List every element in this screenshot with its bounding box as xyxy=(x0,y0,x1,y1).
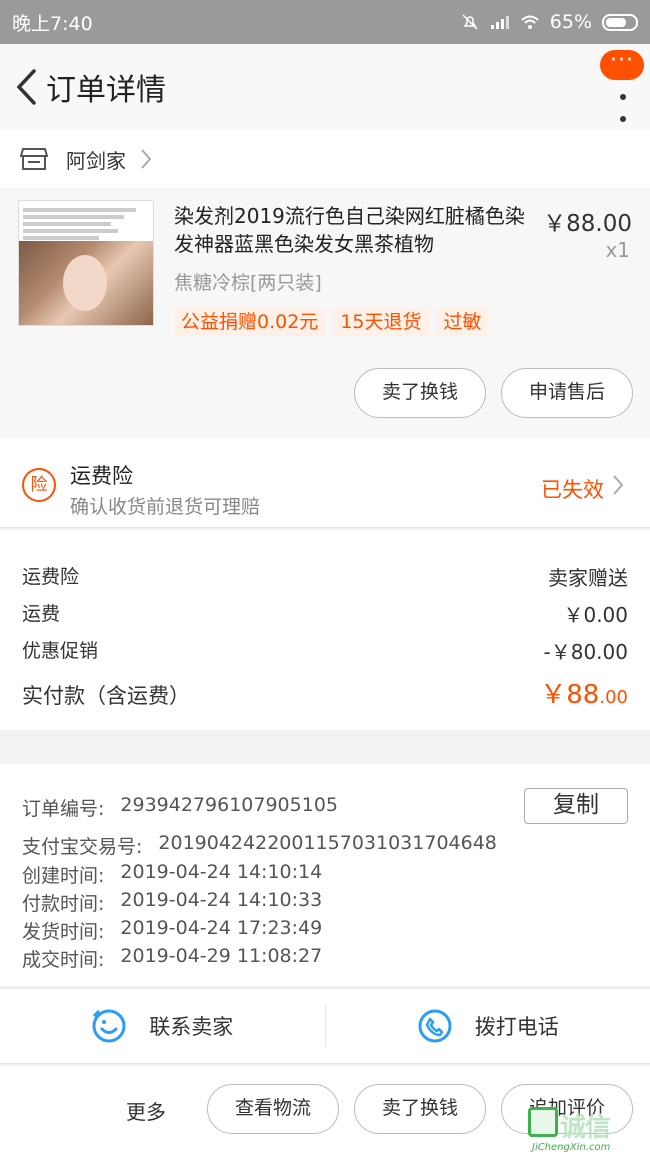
nav-bar: 订单详情 ··· xyxy=(0,44,650,130)
contact-seller-label: 联系卖家 xyxy=(149,1015,234,1039)
tag-return: 15天退货 xyxy=(333,308,429,336)
created-time-row: 创建时间: 2019-04-24 14:10:14 xyxy=(22,861,323,887)
watermark-icon xyxy=(528,1107,558,1137)
product-thumbnail[interactable] xyxy=(18,200,154,326)
product-sku: 焦糖冷棕[两只装] xyxy=(174,272,322,294)
fee-value: 卖家赠送 xyxy=(548,566,628,590)
fee-row: 运费险 卖家赠送 xyxy=(22,562,628,591)
battery-icon xyxy=(602,13,638,31)
chevron-right-icon xyxy=(613,475,624,495)
call-phone-button[interactable]: 拨打电话 xyxy=(326,989,650,1063)
view-logistics-button[interactable]: 查看物流 xyxy=(207,1084,339,1134)
chevron-right-icon xyxy=(141,149,152,169)
contact-seller-button[interactable]: 联系卖家 xyxy=(0,989,325,1063)
insurance-icon: 险 xyxy=(22,468,56,502)
insurance-status: 已失效 xyxy=(541,478,604,502)
back-button[interactable] xyxy=(6,44,46,130)
fee-row: 优惠促销 -￥80.00 xyxy=(22,636,628,665)
product-price: ￥88.00 xyxy=(543,211,632,237)
order-number: 293942796107905105 xyxy=(120,794,338,816)
more-actions-button[interactable]: 更多 xyxy=(126,1096,166,1125)
fee-summary: 运费险 卖家赠送 运费 ￥0.00 优惠促销 -￥80.00 实付款（含运费） … xyxy=(0,530,650,730)
watermark-logo: 诚信 JiChengXin.com xyxy=(528,1107,646,1153)
status-bar: 晚上7:40 65% xyxy=(0,0,650,44)
after-sale-button[interactable]: 申请售后 xyxy=(501,368,633,418)
paid-row: 实付款（含运费） ￥88.00 xyxy=(22,674,628,711)
battery-percent: 65% xyxy=(549,11,592,33)
message-badge[interactable]: ··· xyxy=(600,50,644,80)
shop-row[interactable]: 阿剑家 xyxy=(0,130,650,188)
copy-button[interactable]: 复制 xyxy=(524,788,628,824)
insurance-subtitle: 确认收货前退货可理赔 xyxy=(70,496,261,518)
product-quantity: x1 xyxy=(605,238,630,262)
order-number-row: 订单编号: 293942796107905105 xyxy=(22,794,338,820)
shipped-time-row: 发货时间: 2019-04-24 17:23:49 xyxy=(22,917,323,943)
paid-amount: ￥88.00 xyxy=(540,680,628,710)
fee-label: 优惠促销 xyxy=(22,640,99,662)
paid-label: 实付款（含运费） xyxy=(22,684,190,708)
call-phone-label: 拨打电话 xyxy=(474,1015,559,1039)
shipping-insurance-row[interactable]: 险 运费险 确认收货前退货可理赔 已失效 xyxy=(0,438,650,528)
completed-time-row: 成交时间: 2019-04-29 11:08:27 xyxy=(22,945,323,971)
alipay-trade-row: 支付宝交易号: 2019042422001157031031704648 xyxy=(22,832,497,858)
fee-row: 运费 ￥0.00 xyxy=(22,599,628,628)
alipay-trade-number: 2019042422001157031031704648 xyxy=(158,832,497,854)
product-title: 染发剂2019流行色自己染网红脏橘色染发神器蓝黑色染发女黑茶植物 xyxy=(174,204,525,256)
bottom-action-bar: 更多 查看物流 卖了换钱 追加评价 诚信 JiChengXin.com xyxy=(0,1066,650,1155)
insurance-title: 运费险 xyxy=(70,464,133,488)
fee-value: ￥0.00 xyxy=(563,603,628,627)
fee-label: 运费 xyxy=(22,603,61,625)
phone-icon xyxy=(418,1009,452,1043)
wifi-icon xyxy=(521,15,539,29)
page-title: 订单详情 xyxy=(46,73,166,108)
store-icon xyxy=(20,148,48,170)
fee-value: -￥80.00 xyxy=(543,640,628,664)
paid-time-row: 付款时间: 2019-04-24 14:10:33 xyxy=(22,889,323,915)
product-card[interactable]: 染发剂2019流行色自己染网红脏橘色染发神器蓝黑色染发女黑茶植物 ￥88.00 … xyxy=(0,190,650,438)
contact-bar: 联系卖家 拨打电话 xyxy=(0,988,650,1064)
order-info: 订单编号: 293942796107905105 复制 支付宝交易号: 2019… xyxy=(0,764,650,986)
sell-for-cash-button-bottom[interactable]: 卖了换钱 xyxy=(354,1084,486,1134)
shop-name: 阿剑家 xyxy=(66,148,126,173)
status-time: 晚上7:40 xyxy=(12,12,93,35)
fee-label: 运费险 xyxy=(22,566,80,588)
tag-allergy: 过敏 xyxy=(436,308,489,336)
product-tags: 公益捐赠0.02元 15天退货 过敏 xyxy=(174,308,489,336)
chevron-left-icon xyxy=(16,69,36,105)
model-photo xyxy=(19,241,153,325)
chat-smile-icon xyxy=(92,1009,126,1043)
sell-for-cash-button[interactable]: 卖了换钱 xyxy=(354,368,486,418)
signal-icon xyxy=(490,16,509,29)
mute-bell-icon xyxy=(462,14,478,30)
tag-charity: 公益捐赠0.02元 xyxy=(174,308,326,336)
